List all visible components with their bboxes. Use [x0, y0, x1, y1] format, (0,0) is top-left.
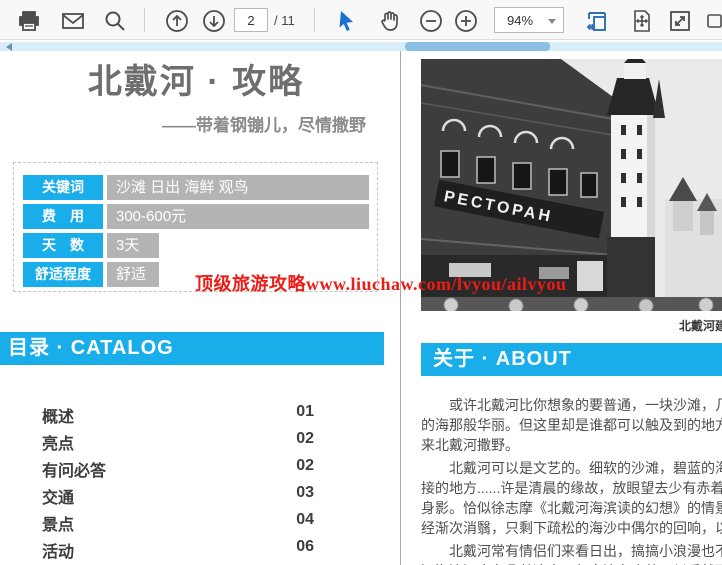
- about-text-line: 的海那般华丽。但这里却是谁都可以触及到的地方，带几个: [421, 415, 722, 435]
- minus-circle-icon: [419, 9, 443, 33]
- catalog-item: 有问必答 02: [42, 457, 314, 484]
- catalog-item-page: 02: [296, 430, 314, 448]
- fullscreen-button[interactable]: [667, 8, 693, 34]
- about-text-line: 来北戴河撒野。: [421, 435, 722, 455]
- catalog-list: 概述 01 亮点 02 有问必答 02 交通 03 景点 04: [42, 403, 314, 565]
- print-button[interactable]: [16, 8, 42, 34]
- catalog-item: 活动 06: [42, 538, 314, 565]
- envelope-icon: [61, 9, 85, 33]
- catalog-item-page: 03: [296, 484, 314, 502]
- fit-page-icon: [630, 9, 654, 33]
- search-icon: [103, 9, 127, 33]
- info-value: 300-600元: [107, 204, 369, 229]
- about-text-line: 北戴河可以是文艺的。细软的沙滩，碧蓝的海水，望着: [421, 458, 722, 478]
- about-text-line: 经渐次消翳，只剩下疏松的海沙中偶尔的回响，以及岸边残: [421, 518, 722, 538]
- zoom-level-select[interactable]: 94%: [494, 7, 564, 33]
- fit-page-button[interactable]: [629, 8, 655, 34]
- catalog-item-page: 04: [296, 511, 314, 529]
- info-label: 关键词: [23, 175, 103, 200]
- page-separator: [400, 51, 401, 565]
- more-tools-button[interactable]: [706, 8, 722, 34]
- printer-icon: [17, 9, 41, 33]
- email-button[interactable]: [60, 8, 86, 34]
- catalog-item: 概述 01: [42, 403, 314, 430]
- search-button[interactable]: [102, 8, 128, 34]
- catalog-item-page: 06: [296, 538, 314, 556]
- info-value: 舒适: [107, 262, 159, 287]
- cursor-arrow-icon: [335, 9, 359, 33]
- arrow-down-circle-icon: [202, 9, 226, 33]
- catalog-item-label: 概述: [42, 403, 74, 427]
- info-value: 沙滩 日出 海鲜 观鸟: [107, 175, 369, 200]
- catalog-heading: 目录 · CATALOG: [0, 332, 384, 365]
- toolbar-divider: [144, 8, 145, 32]
- catalog-item-label: 活动: [42, 538, 74, 562]
- catalog-item: 景点 04: [42, 511, 314, 538]
- toolbar-divider: [314, 8, 315, 32]
- pdf-viewer-window: / 11 94%: [0, 0, 722, 565]
- previous-page-button[interactable]: [164, 8, 190, 34]
- catalog-item-label: 景点: [42, 511, 74, 535]
- document-canvas: 北戴河 · 攻略 ——带着钢镚儿，尽情撒野 关键词 沙滩 日出 海鲜 观鸟 费 …: [0, 51, 722, 565]
- info-label: 费 用: [23, 204, 103, 229]
- catalog-item: 交通 03: [42, 484, 314, 511]
- hand-tool-button[interactable]: [377, 8, 403, 34]
- zoom-in-button[interactable]: [453, 8, 479, 34]
- arrow-up-circle-icon: [165, 9, 189, 33]
- next-page-button[interactable]: [201, 8, 227, 34]
- partial-tool-icon: [706, 9, 722, 33]
- plus-circle-icon: [454, 9, 478, 33]
- toolbar: / 11 94%: [0, 0, 722, 40]
- about-text-line: 北戴河常有情侣们来看日出，搞搞小浪漫也不错。清晨: [421, 541, 722, 561]
- guide-subtitle: ——带着钢镚儿，尽情撒野: [0, 111, 366, 136]
- zoom-out-button[interactable]: [418, 8, 444, 34]
- expand-icon: [668, 9, 692, 33]
- info-value: 3天: [107, 233, 159, 258]
- info-label: 舒适程度: [23, 262, 103, 287]
- guide-title: 北戴河 · 攻略: [0, 54, 392, 103]
- about-text-line: 身影。恰似徐志摩《北戴河海滨读的幻想》的情景再现：海: [421, 498, 722, 518]
- catalog-item-label: 有问必答: [42, 457, 106, 481]
- hand-icon: [378, 9, 402, 33]
- scroll-left-arrow-icon[interactable]: [6, 43, 12, 51]
- caret-down-icon: [548, 19, 556, 24]
- about-heading: 关于 · ABOUT: [421, 343, 722, 376]
- about-text-line: 或许北戴河比你想象的要普通，一块沙滩，几只鸟而已: [421, 395, 722, 415]
- photo-caption: 北戴河建: [421, 317, 722, 334]
- horizontal-scrollbar[interactable]: [0, 42, 722, 51]
- catalog-item-page: 02: [296, 457, 314, 475]
- select-tool-button[interactable]: [334, 8, 360, 34]
- horizontal-scrollbar-thumb[interactable]: [405, 42, 550, 51]
- catalog-item-page: 01: [296, 403, 314, 421]
- catalog-item-label: 交通: [42, 484, 74, 508]
- about-text-line: 河海边还会有几丝凉意，但身边有个他，似乎就不冷了。那: [421, 561, 722, 565]
- watermark-text: 顶级旅游攻略www.liuchaw.com/lvyou/ailvyou: [195, 270, 567, 296]
- catalog-item-label: 亮点: [42, 430, 74, 454]
- fit-width-icon: [585, 9, 609, 33]
- info-label: 天 数: [23, 233, 103, 258]
- zoom-level-value: 94%: [507, 13, 533, 28]
- page-number-input[interactable]: [234, 8, 268, 32]
- page-count-label: / 11: [274, 13, 295, 28]
- about-paragraphs: 或许北戴河比你想象的要普通，一块沙滩，几只鸟而已 的海那般华丽。但这里却是谁都可…: [421, 395, 722, 565]
- about-text-line: 接的地方......许是清晨的缘故，放眼望去少有赤着脚，卷着: [421, 478, 722, 498]
- fit-width-button[interactable]: [584, 8, 610, 34]
- catalog-item: 亮点 02: [42, 430, 314, 457]
